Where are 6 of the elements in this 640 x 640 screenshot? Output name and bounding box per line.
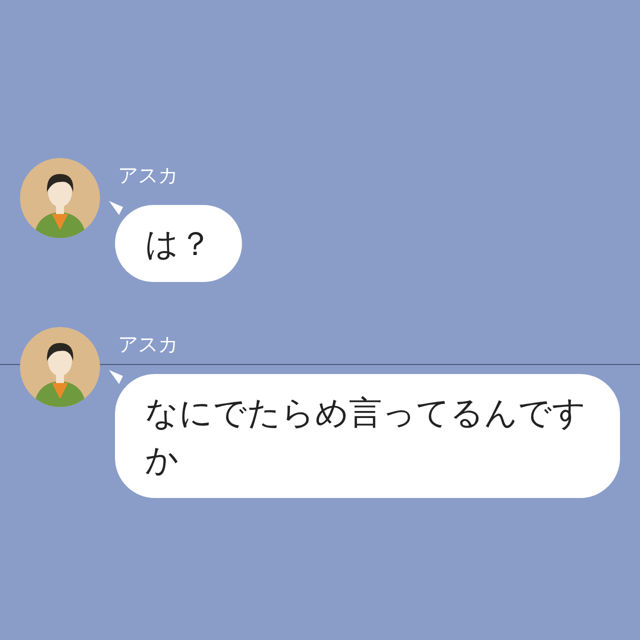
sender-name: アスカ [118,331,178,358]
sender-name: アスカ [118,162,178,189]
message-bubble: なにでたらめ言ってるんですか [115,374,620,498]
message-bubble: は？ [115,205,242,282]
bubble-tail [109,370,123,384]
bubble-tail [109,201,123,215]
